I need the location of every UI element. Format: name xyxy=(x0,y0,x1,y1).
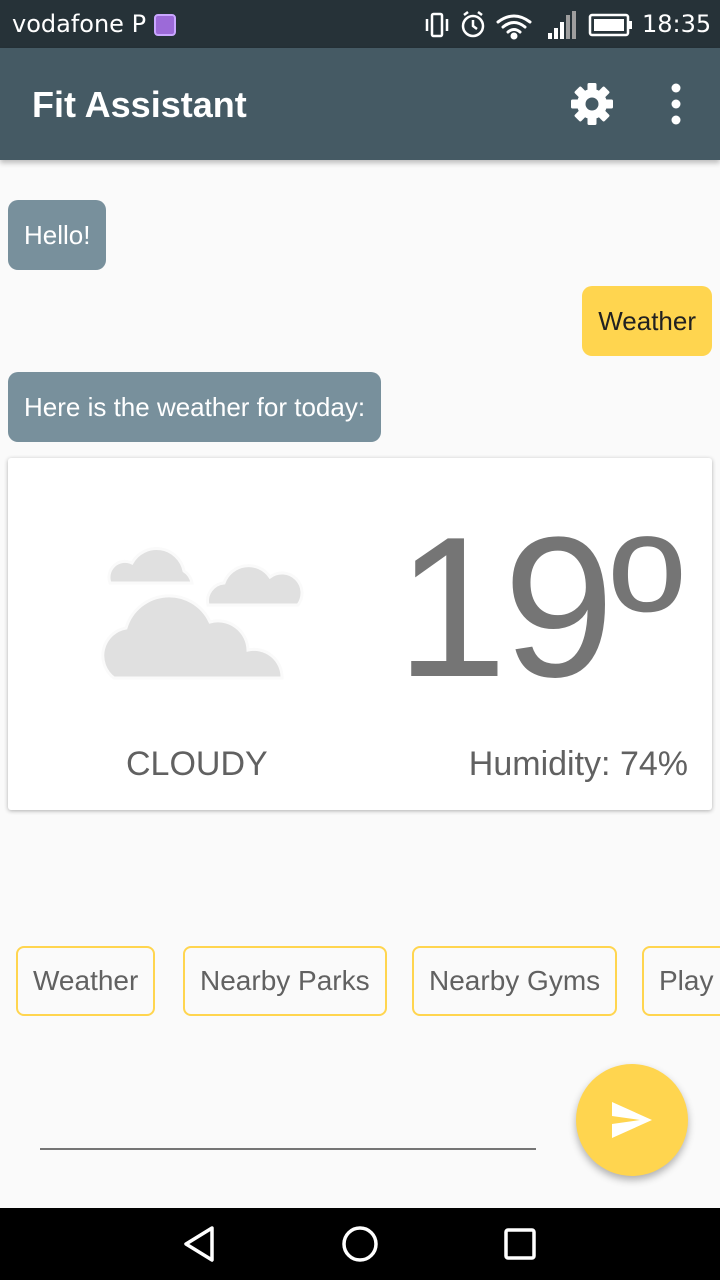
weather-condition: CLOUDY xyxy=(126,745,268,783)
bot-message: Here is the weather for today: xyxy=(8,372,382,442)
gear-icon xyxy=(571,83,613,125)
overflow-menu-button[interactable] xyxy=(656,76,696,132)
recents-button[interactable] xyxy=(498,1222,542,1266)
weather-card: 19º CLOUDY Humidity: 74% xyxy=(8,458,712,810)
settings-button[interactable] xyxy=(566,76,618,132)
cloudy-icon xyxy=(101,546,304,680)
gallery-notification-icon xyxy=(154,14,176,36)
carrier-name: vodafone P xyxy=(12,10,147,38)
back-icon xyxy=(184,1226,214,1262)
alarm-icon xyxy=(461,11,485,38)
clock-time: 18:35 xyxy=(642,10,712,38)
battery-icon xyxy=(588,13,632,37)
navigation-bar xyxy=(0,1208,720,1280)
vibrate-icon xyxy=(425,12,449,38)
bot-message: Hello! xyxy=(8,200,107,270)
home-icon xyxy=(342,1226,378,1262)
wifi-icon xyxy=(496,14,532,40)
chip-nearby-parks[interactable]: Nearby Parks xyxy=(183,946,387,1016)
humidity-value: Humidity: 74% xyxy=(468,745,688,783)
user-message: Weather xyxy=(582,286,712,356)
recents-icon xyxy=(504,1228,536,1260)
app-bar: Fit Assistant xyxy=(0,48,720,160)
back-button[interactable] xyxy=(178,1222,222,1266)
chip-nearby-gyms[interactable]: Nearby Gyms xyxy=(412,946,618,1016)
overflow-menu-icon xyxy=(671,83,681,125)
status-bar: vodafone P 18:35 xyxy=(0,0,720,48)
status-icons xyxy=(425,11,632,40)
home-button[interactable] xyxy=(338,1222,382,1266)
message-input[interactable] xyxy=(40,1104,536,1150)
app-title: Fit Assistant xyxy=(32,84,247,125)
chip-weather[interactable]: Weather xyxy=(16,946,156,1016)
signal-icon xyxy=(548,11,576,39)
send-icon xyxy=(612,1102,652,1138)
chip-play[interactable]: Play xyxy=(642,946,720,1016)
temperature-value: 19º xyxy=(396,496,684,719)
send-button[interactable] xyxy=(576,1064,688,1176)
suggestion-chips: Weather Nearby Parks Nearby Gyms Play xyxy=(0,946,720,1016)
